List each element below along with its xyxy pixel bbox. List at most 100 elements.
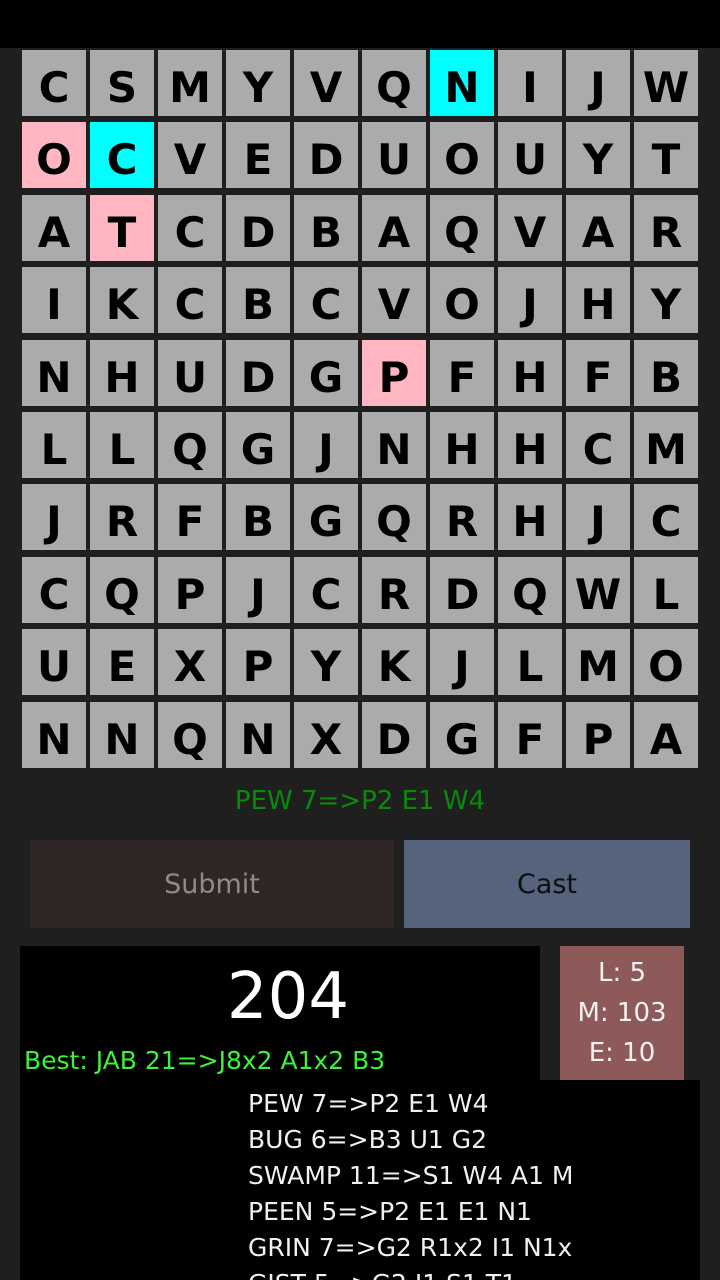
letter-tile[interactable]: D xyxy=(226,340,290,406)
letter-tile[interactable]: J xyxy=(498,267,562,333)
letter-tile[interactable]: U xyxy=(498,122,562,188)
letter-tile[interactable]: J xyxy=(294,412,358,478)
letter-tile[interactable]: N xyxy=(22,340,86,406)
letter-tile[interactable]: Y xyxy=(226,50,290,116)
letter-tile[interactable]: N xyxy=(22,702,86,768)
letter-tile[interactable]: H xyxy=(566,267,630,333)
letter-tile[interactable]: I xyxy=(22,267,86,333)
letter-tile[interactable]: H xyxy=(498,484,562,550)
letter-tile[interactable]: V xyxy=(498,195,562,261)
letter-tile[interactable]: P xyxy=(226,629,290,695)
letter-tile[interactable]: L xyxy=(634,557,698,623)
letter-tile[interactable]: P xyxy=(158,557,222,623)
letter-tile[interactable]: O xyxy=(22,122,86,188)
letter-tile[interactable]: O xyxy=(430,267,494,333)
letter-tile[interactable]: C xyxy=(566,412,630,478)
letter-tile[interactable]: G xyxy=(430,702,494,768)
letter-tile[interactable]: M xyxy=(566,629,630,695)
letter-tile[interactable]: I xyxy=(498,50,562,116)
letter-tile[interactable]: J xyxy=(566,50,630,116)
letter-tile[interactable]: B xyxy=(634,340,698,406)
letter-tile[interactable]: H xyxy=(498,412,562,478)
letter-tile[interactable]: U xyxy=(22,629,86,695)
letter-tile[interactable]: Q xyxy=(362,484,426,550)
letter-tile[interactable]: B xyxy=(226,484,290,550)
letter-tile[interactable]: A xyxy=(566,195,630,261)
letter-tile[interactable]: L xyxy=(22,412,86,478)
letter-tile[interactable]: R xyxy=(634,195,698,261)
letter-tile[interactable]: F xyxy=(498,702,562,768)
letter-tile[interactable]: C xyxy=(634,484,698,550)
letter-tile[interactable]: D xyxy=(294,122,358,188)
letter-tile[interactable]: E xyxy=(226,122,290,188)
letter-tile[interactable]: C xyxy=(158,267,222,333)
letter-tile[interactable]: R xyxy=(362,557,426,623)
letter-tile[interactable]: R xyxy=(430,484,494,550)
letter-tile[interactable]: Y xyxy=(566,122,630,188)
letter-tile[interactable]: J xyxy=(22,484,86,550)
letter-tile[interactable]: D xyxy=(362,702,426,768)
letter-tile[interactable]: F xyxy=(158,484,222,550)
letter-tile[interactable]: H xyxy=(430,412,494,478)
letter-tile[interactable]: A xyxy=(22,195,86,261)
letter-tile[interactable]: N xyxy=(90,702,154,768)
letter-tile[interactable]: C xyxy=(294,557,358,623)
letter-tile[interactable]: H xyxy=(498,340,562,406)
letter-tile[interactable]: Y xyxy=(294,629,358,695)
letter-tile[interactable]: M xyxy=(634,412,698,478)
letter-tile[interactable]: X xyxy=(158,629,222,695)
letter-tile[interactable]: B xyxy=(226,267,290,333)
letter-tile[interactable]: W xyxy=(566,557,630,623)
letter-tile[interactable]: J xyxy=(566,484,630,550)
letter-tile[interactable]: X xyxy=(294,702,358,768)
letter-tile[interactable]: R xyxy=(90,484,154,550)
letter-tile[interactable]: L xyxy=(498,629,562,695)
letter-tile[interactable]: Q xyxy=(362,50,426,116)
letter-tile[interactable]: C xyxy=(22,50,86,116)
letter-tile[interactable]: E xyxy=(90,629,154,695)
letter-tile[interactable]: N xyxy=(362,412,426,478)
letter-tile[interactable]: Q xyxy=(430,195,494,261)
letter-tile[interactable]: K xyxy=(362,629,426,695)
letter-tile[interactable]: O xyxy=(634,629,698,695)
letter-tile[interactable]: N xyxy=(430,50,494,116)
letter-tile[interactable]: G xyxy=(294,484,358,550)
letter-tile[interactable]: T xyxy=(90,195,154,261)
letter-tile[interactable]: T xyxy=(634,122,698,188)
letter-tile[interactable]: P xyxy=(362,340,426,406)
letter-tile[interactable]: S xyxy=(90,50,154,116)
letter-tile[interactable]: F xyxy=(430,340,494,406)
letter-tile[interactable]: J xyxy=(430,629,494,695)
letter-tile[interactable]: P xyxy=(566,702,630,768)
letter-tile[interactable]: B xyxy=(294,195,358,261)
letter-tile[interactable]: V xyxy=(362,267,426,333)
letter-tile[interactable]: Q xyxy=(158,702,222,768)
word-history-panel[interactable]: PEW 7=>P2 E1 W4 BUG 6=>B3 U1 G2 SWAMP 11=>… xyxy=(20,1080,700,1280)
letter-tile[interactable]: D xyxy=(430,557,494,623)
letter-tile[interactable]: U xyxy=(362,122,426,188)
letter-tile[interactable]: C xyxy=(158,195,222,261)
letter-tile[interactable]: C xyxy=(294,267,358,333)
letter-tile[interactable]: V xyxy=(158,122,222,188)
letter-tile[interactable]: A xyxy=(634,702,698,768)
letter-tile[interactable]: W xyxy=(634,50,698,116)
cast-button[interactable]: Cast xyxy=(404,840,690,928)
letter-tile[interactable]: O xyxy=(430,122,494,188)
letter-tile[interactable]: J xyxy=(226,557,290,623)
letter-tile[interactable]: K xyxy=(90,267,154,333)
letter-tile[interactable]: U xyxy=(158,340,222,406)
letter-tile[interactable]: Q xyxy=(90,557,154,623)
letter-tile[interactable]: Q xyxy=(498,557,562,623)
letter-tile[interactable]: M xyxy=(158,50,222,116)
letter-tile[interactable]: L xyxy=(90,412,154,478)
submit-button[interactable]: Submit xyxy=(30,840,394,928)
letter-tile[interactable]: V xyxy=(294,50,358,116)
letter-tile[interactable]: C xyxy=(90,122,154,188)
letter-tile[interactable]: Y xyxy=(634,267,698,333)
letter-tile[interactable]: N xyxy=(226,702,290,768)
letter-tile[interactable]: F xyxy=(566,340,630,406)
letter-tile[interactable]: Q xyxy=(158,412,222,478)
letter-tile[interactable]: A xyxy=(362,195,426,261)
letter-tile[interactable]: G xyxy=(226,412,290,478)
letter-tile[interactable]: C xyxy=(22,557,86,623)
